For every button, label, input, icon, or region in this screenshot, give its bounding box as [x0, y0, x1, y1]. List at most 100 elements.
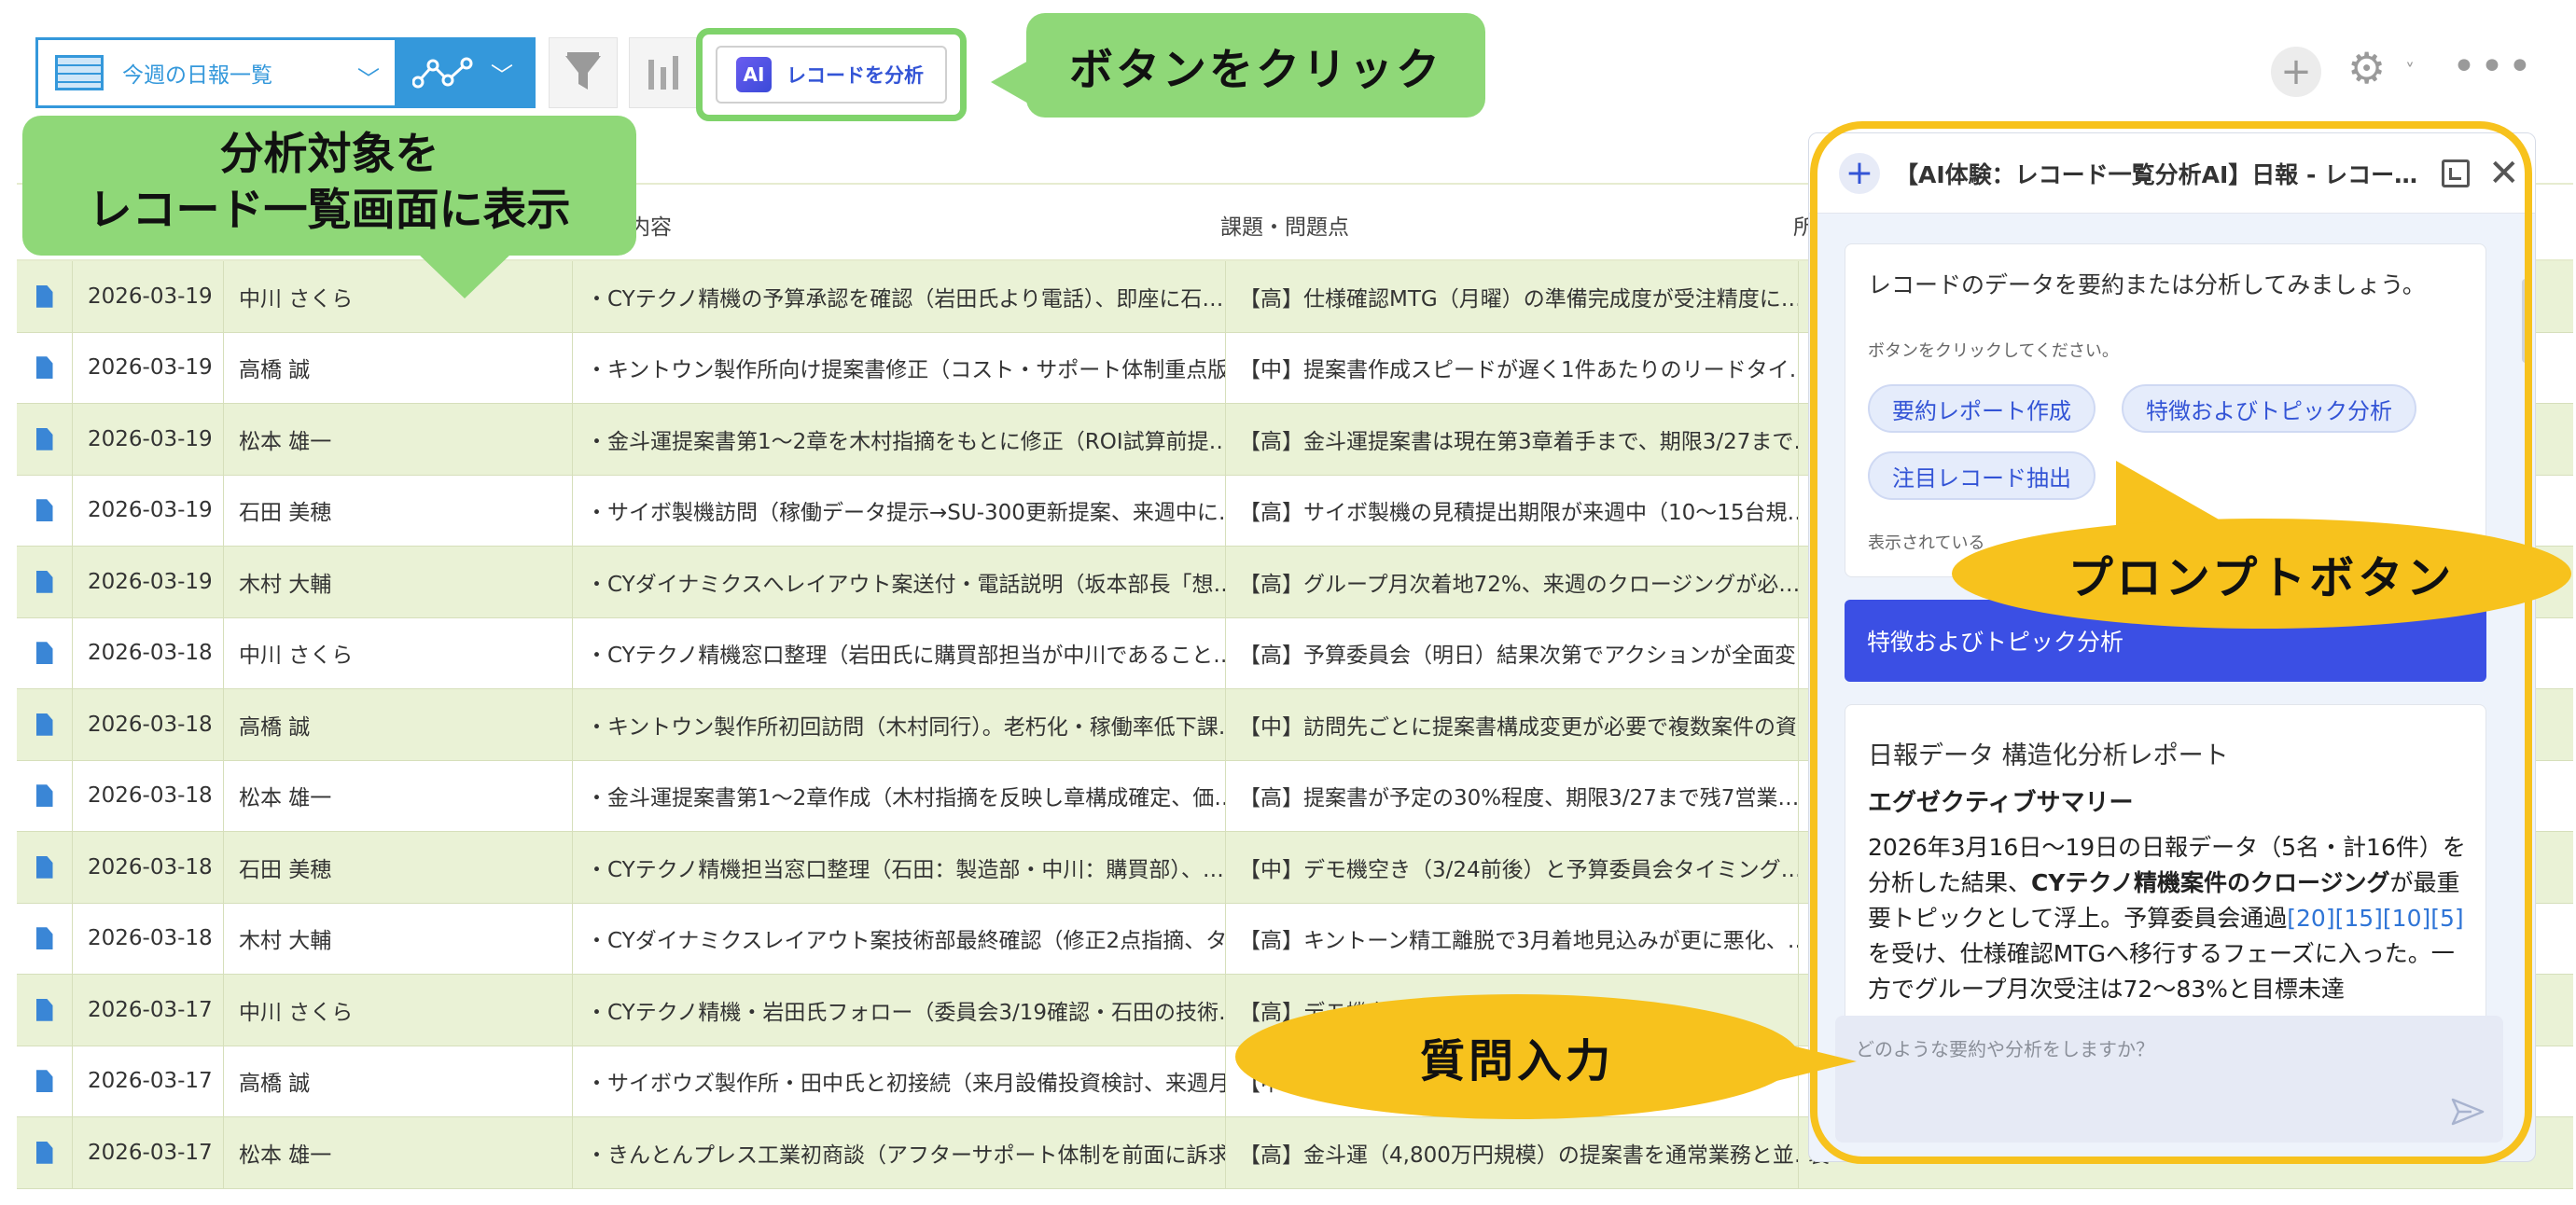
filter-button[interactable]	[549, 37, 618, 108]
prompt-hint: ボタンをクリックしてください。	[1868, 341, 2119, 361]
record-detail-cell[interactable]	[17, 760, 73, 831]
document-icon[interactable]	[35, 927, 53, 950]
view-name: 今週の日報一覧	[122, 63, 272, 88]
record-detail-cell[interactable]	[17, 689, 73, 760]
issue-cell: 【高】金斗運提案書は現在第3章着手まで、期限3/27まで…	[1226, 404, 1799, 475]
prompt-footnote: 表示されている	[1868, 533, 1985, 553]
record-detail-cell[interactable]	[17, 1046, 73, 1116]
document-icon[interactable]	[35, 356, 53, 380]
document-icon[interactable]	[35, 642, 53, 665]
send-icon[interactable]	[2451, 1098, 2485, 1126]
analyze-records-button[interactable]: AI レコードを分析	[716, 46, 947, 104]
work-cell: ・サイボ製機訪問（稼働データ提示→SU-300更新提案、来週中に…	[573, 475, 1226, 546]
ai-analysis-panel: + 【AI体験：レコード一覧分析AI】日報 - レコー… ✕ レコードのデータを…	[1808, 132, 2536, 1162]
work-cell: ・きんとんプレス工業初商談（アフターサポート体制を前面に訴求…	[573, 1117, 1226, 1188]
plus-icon: +	[2280, 50, 2312, 93]
document-icon[interactable]	[35, 1070, 53, 1093]
filter-icon	[565, 52, 601, 90]
document-icon[interactable]	[35, 998, 53, 1021]
date-cell: 2026-03-18	[73, 832, 224, 903]
date-cell: 2026-03-17	[73, 975, 224, 1046]
date-cell: 2026-03-19	[73, 332, 224, 403]
name-cell: 木村 大輔	[224, 903, 573, 974]
reference-link[interactable]: [10]	[2383, 905, 2430, 932]
document-icon[interactable]	[35, 284, 53, 308]
gear-icon[interactable]: ⚙	[2347, 43, 2386, 93]
callout-tail	[418, 254, 511, 298]
chip-notable-records[interactable]: 注目レコード抽出	[1868, 451, 2096, 500]
document-icon[interactable]	[35, 1141, 53, 1164]
reference-link[interactable]: [5]	[2430, 905, 2463, 932]
report-heading: エグゼクティブサマリー	[1868, 789, 2134, 817]
work-cell: ・CYテクノ精機窓口整理（岩田氏に購買部担当が中川であること…	[573, 617, 1226, 688]
panel-header: + 【AI体験：レコード一覧分析AI】日報 - レコー… ✕	[1809, 133, 2535, 214]
record-detail-cell[interactable]	[17, 404, 73, 475]
chip-summary-report[interactable]: 要約レポート作成	[1868, 384, 2096, 433]
new-chat-button[interactable]: +	[1839, 152, 1880, 194]
table-view-icon	[55, 55, 104, 90]
record-detail-cell[interactable]	[17, 975, 73, 1046]
name-cell: 木村 大輔	[224, 547, 573, 617]
record-detail-cell[interactable]	[17, 261, 73, 332]
record-detail-cell[interactable]	[17, 547, 73, 617]
record-detail-cell[interactable]	[17, 475, 73, 546]
document-icon[interactable]	[35, 499, 53, 522]
add-record-button[interactable]: +	[2271, 47, 2321, 97]
name-cell: 石田 美穂	[224, 832, 573, 903]
chevron-down-icon[interactable]: ˅	[2405, 60, 2415, 82]
name-cell: 松本 雄一	[224, 1117, 573, 1188]
view-selector[interactable]: 今週の日報一覧 ﹀	[35, 37, 397, 108]
chevron-down-icon: ﹀	[491, 62, 513, 89]
date-cell: 2026-03-19	[73, 404, 224, 475]
date-cell: 2026-03-19	[73, 475, 224, 546]
date-cell: 2026-03-17	[73, 1117, 224, 1188]
more-options-icon[interactable]: •••	[2452, 43, 2536, 90]
ai-button-highlight: AI レコードを分析	[696, 28, 967, 121]
chevron-down-icon: ﹀	[357, 66, 380, 92]
document-icon[interactable]	[35, 427, 53, 450]
work-cell: ・CYテクノ精機担当窓口整理（石田：製造部・中川：購買部）、…	[573, 832, 1226, 903]
record-detail-cell[interactable]	[17, 832, 73, 903]
graph-button[interactable]: ﹀	[397, 37, 536, 108]
bar-chart-icon	[648, 56, 678, 90]
question-input[interactable]	[1856, 1034, 2378, 1064]
chart-button[interactable]	[629, 37, 698, 108]
name-cell: 高橋 誠	[224, 332, 573, 403]
reference-link[interactable]: [20]	[2287, 905, 2334, 932]
record-detail-cell[interactable]	[17, 332, 73, 403]
question-input-area	[1835, 1016, 2503, 1143]
plus-icon: +	[1845, 154, 1874, 192]
document-icon[interactable]	[35, 570, 53, 593]
scrollbar[interactable]	[2522, 279, 2529, 363]
chip-feature-topic-analysis[interactable]: 特徴およびトピック分析	[2122, 384, 2416, 433]
date-cell: 2026-03-17	[73, 1046, 224, 1116]
report-body: 2026年3月16日～19日の日報データ（5名・計16件）を分析した結果、CYテ…	[1868, 830, 2474, 1007]
work-cell: ・金斗運提案書第1～2章を木村指摘をもとに修正（ROI試算前提…	[573, 404, 1226, 475]
work-cell: ・金斗運提案書第1～2章作成（木村指摘を反映し章構成確定、価…	[573, 760, 1226, 831]
graph-icon	[412, 57, 473, 89]
analyze-records-label: レコードを分析	[787, 64, 924, 87]
reference-link[interactable]: [15]	[2335, 905, 2383, 932]
record-detail-cell[interactable]	[17, 903, 73, 974]
date-cell: 2026-03-18	[73, 617, 224, 688]
callout-click-button: ボタンをクリック	[1026, 13, 1485, 118]
report-highlight: CYテクノ精機案件のクロージング	[2031, 869, 2390, 896]
date-cell: 2026-03-18	[73, 760, 224, 831]
record-detail-cell[interactable]	[17, 617, 73, 688]
record-detail-cell[interactable]	[17, 1117, 73, 1188]
work-cell: ・CYテクノ精機の予算承認を確認（岩田氏より電話）、即座に石…	[573, 261, 1226, 332]
expand-icon[interactable]	[2442, 159, 2470, 187]
issue-cell: 【中】提案書作成スピードが遅く1件あたりのリードタイ…	[1226, 332, 1799, 403]
document-icon[interactable]	[35, 784, 53, 808]
document-icon[interactable]	[35, 713, 53, 736]
document-icon[interactable]	[35, 855, 53, 879]
name-cell: 中川 さくら	[224, 261, 573, 332]
close-icon[interactable]: ✕	[2488, 152, 2520, 195]
work-cell: ・CYダイナミクスレイアウト案技術部最終確認（修正2点指摘、タ…	[573, 903, 1226, 974]
date-cell: 2026-03-18	[73, 689, 224, 760]
panel-title: 【AI体験：レコード一覧分析AI】日報 - レコー…	[1895, 160, 2417, 188]
work-cell: ・CYテクノ精機・岩田氏フォロー（委員会3/19確認・石田の技術…	[573, 975, 1226, 1046]
column-header-issue[interactable]: 課題・問題点	[1220, 209, 1349, 241]
name-cell: 中川 さくら	[224, 617, 573, 688]
callout-question-input: 質問入力	[1235, 994, 1799, 1119]
